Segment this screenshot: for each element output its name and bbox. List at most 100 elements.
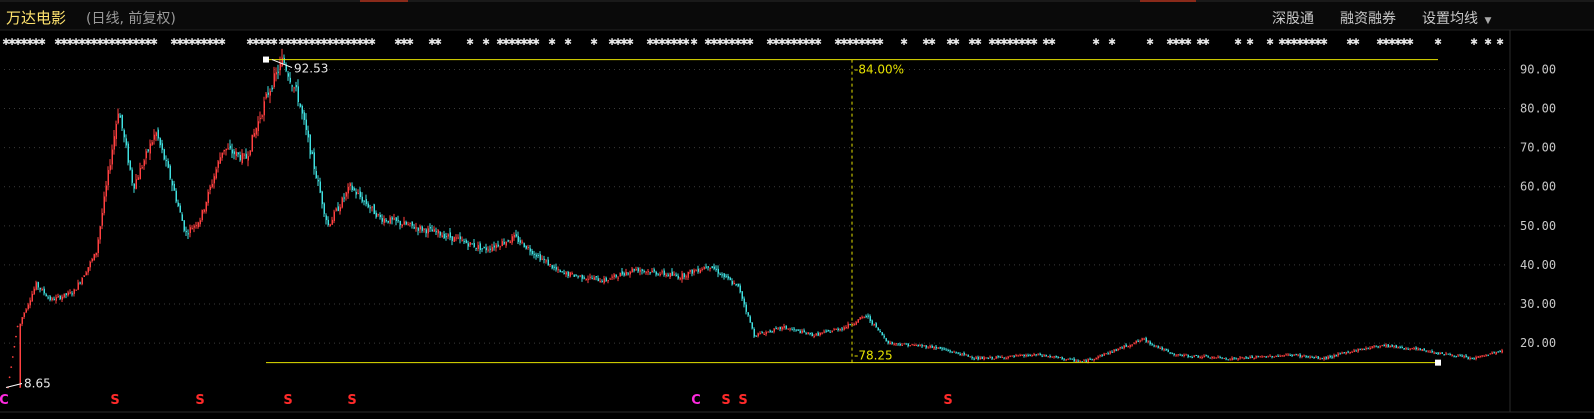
- candle-body: [581, 274, 583, 279]
- candle-body: [1343, 352, 1345, 354]
- candle-body: [1365, 348, 1367, 350]
- candle-body: [829, 331, 831, 333]
- candle-body: [1039, 353, 1041, 356]
- candle-body: [263, 101, 265, 116]
- candle-body: [847, 323, 849, 328]
- candle-body: [249, 150, 251, 156]
- candle-body: [1349, 351, 1351, 353]
- candle-body: [431, 229, 433, 232]
- candle-body: [571, 273, 573, 275]
- candle-body: [799, 330, 801, 334]
- candle-body: [1413, 348, 1415, 350]
- candle-body: [207, 191, 209, 203]
- candle-body: [239, 154, 241, 161]
- candle-body: [509, 241, 511, 243]
- candle-body: [625, 272, 627, 275]
- candle-body: [1169, 352, 1171, 354]
- candle-body: [371, 206, 373, 208]
- event-glyph: ✱: [38, 34, 45, 48]
- event-glyph: ✱: [1246, 34, 1253, 48]
- candle-body: [1103, 353, 1105, 356]
- candle-body: [645, 271, 647, 273]
- candle-body: [651, 270, 653, 273]
- kline-chart[interactable]: 20.00 30.00 40.00 50.00 60.00 70.00 80.00 90.00…: [0, 0, 1594, 419]
- event-glyph: ✱: [406, 34, 413, 48]
- candle-body: [1207, 356, 1209, 358]
- candle-body: [211, 183, 213, 187]
- candle-body: [915, 345, 917, 347]
- candle-body: [903, 343, 905, 345]
- candle-body: [1247, 357, 1249, 359]
- candle-body: [27, 304, 29, 310]
- candle-body: [121, 114, 123, 129]
- candle-body: [369, 207, 371, 209]
- candle-body: [1211, 357, 1213, 359]
- candle-body: [235, 151, 237, 157]
- candle-body: [1021, 354, 1023, 356]
- range-drop-label: -84.00%: [854, 63, 904, 77]
- candle-body: [255, 128, 257, 135]
- candle-body: [1329, 355, 1331, 358]
- candle-body: [789, 328, 791, 330]
- candle-body: [1041, 355, 1043, 357]
- candle-body: [313, 152, 315, 169]
- candle-body: [1185, 354, 1187, 356]
- candle-body: [405, 221, 407, 225]
- candle-body: [881, 332, 883, 336]
- candle-body: [1147, 341, 1149, 343]
- candle-body: [689, 270, 691, 272]
- candle-body: [647, 271, 649, 273]
- candle-body: [549, 263, 551, 265]
- candle-body: [67, 292, 69, 296]
- event-glyph: ✱: [1496, 34, 1503, 48]
- candle-body: [839, 328, 841, 331]
- candle-body: [753, 328, 755, 337]
- candle-body: [673, 274, 675, 276]
- candle-body: [1079, 361, 1081, 363]
- candle-body: [339, 207, 341, 212]
- candle-body: [999, 356, 1001, 358]
- candle-body: [1443, 354, 1445, 356]
- candle-body: [447, 234, 449, 237]
- candle-body: [1007, 356, 1009, 359]
- candle-body: [1139, 340, 1141, 342]
- candle-body: [1419, 348, 1421, 351]
- candle-body: [557, 269, 559, 271]
- candle-body: [1409, 348, 1411, 350]
- candle-body: [875, 323, 877, 327]
- candle-body: [279, 62, 281, 71]
- candle-body: [857, 319, 859, 323]
- candle-body: [977, 356, 979, 360]
- candle-body: [1179, 354, 1181, 356]
- candle-body: [353, 188, 355, 191]
- candle-body: [1197, 355, 1199, 358]
- candle-body: [1319, 358, 1321, 360]
- candle-body: [1019, 354, 1021, 357]
- candle-body: [113, 136, 115, 150]
- candle-body: [607, 280, 609, 282]
- event-glyph: ✱: [974, 34, 981, 48]
- event-glyph: ✱: [626, 34, 633, 48]
- candle-body: [505, 241, 507, 246]
- candle-body: [1213, 357, 1215, 359]
- candle-body: [1311, 356, 1313, 358]
- candle-body: [1269, 355, 1271, 357]
- candle-body: [1161, 347, 1163, 350]
- candle-body: [1137, 340, 1139, 342]
- candle-body: [497, 244, 499, 247]
- candle-body: [1239, 357, 1241, 359]
- candle-body: [1165, 348, 1167, 351]
- candle-body: [845, 327, 847, 329]
- candle-body: [891, 341, 893, 344]
- candle-body: [1417, 348, 1419, 350]
- candle-body: [197, 222, 199, 228]
- candle-body: [1285, 354, 1287, 356]
- candle-body: [1081, 361, 1083, 363]
- candle-body: [1231, 357, 1233, 361]
- candle-body: [489, 248, 491, 250]
- candle-body: [1395, 345, 1397, 348]
- candle-body: [1077, 360, 1079, 362]
- candle-body: [261, 115, 263, 117]
- candle-body: [605, 277, 607, 281]
- candle-body: [965, 354, 967, 356]
